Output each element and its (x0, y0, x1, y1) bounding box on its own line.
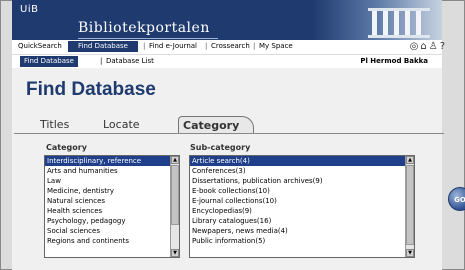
tab-category[interactable]: Category (178, 116, 254, 134)
sub-nav: Find Database | Database List Pl Hermod … (12, 55, 442, 68)
nav-find-ejournal[interactable]: Find e-Journal (149, 42, 197, 50)
category-label: Category (46, 143, 87, 152)
category-item[interactable]: Law (45, 176, 179, 186)
subcategory-item[interactable]: Public information(5) (190, 236, 414, 246)
nav-crossearch[interactable]: Crossearch (211, 42, 250, 50)
scroll-up-icon[interactable]: ▲ (171, 156, 179, 164)
nav-separator: | (143, 42, 146, 50)
subcategory-item[interactable]: Conferences(3) (190, 166, 414, 176)
uib-logo[interactable]: UiB (20, 4, 38, 15)
subnav-separator: | (100, 57, 103, 65)
subcategory-item[interactable]: Dissertations, publication archives(9) (190, 176, 414, 186)
subcategory-listbox[interactable]: Article search(4) Conferences(3) Dissert… (189, 155, 415, 258)
portal-title: Bibliotekportalen (78, 20, 210, 36)
category-item[interactable]: Arts and humanities (45, 166, 179, 176)
category-item[interactable]: Psychology, pedagogy (45, 216, 179, 226)
subcategory-item[interactable]: Encyclopedias(9) (190, 206, 414, 216)
subcategory-item[interactable]: Newpapers, news media(4) (190, 226, 414, 236)
subnav-database-list[interactable]: Database List (106, 57, 154, 65)
top-nav: QuickSearch Find Database | Find e-Journ… (12, 40, 442, 54)
tab-locate[interactable]: Locate (103, 118, 140, 131)
nav-find-database[interactable]: Find Database (68, 41, 138, 52)
library-icon[interactable]: ⌂ (420, 41, 428, 52)
category-listbox[interactable]: Interdisciplinary, reference Arts and hu… (44, 155, 180, 258)
category-item[interactable]: Interdisciplinary, reference (45, 156, 179, 166)
subcategory-item[interactable]: E-book collections(10) (190, 186, 414, 196)
subcategory-item[interactable]: E-journal collections(10) (190, 196, 414, 206)
building-pillars-icon (368, 8, 430, 38)
category-item[interactable]: Social sciences (45, 226, 179, 236)
nav-quicksearch[interactable]: QuickSearch (18, 42, 62, 50)
category-item[interactable]: Regions and continents (45, 236, 179, 246)
subnav-find-database[interactable]: Find Database (20, 56, 78, 67)
nav-icon-group: ◎⌂♙? (410, 41, 447, 52)
scroll-down-icon[interactable]: ▼ (171, 249, 179, 257)
nav-separator: | (253, 42, 256, 50)
subcategory-item[interactable]: Article search(4) (190, 156, 414, 166)
category-scrollbar[interactable]: ▲ ▼ (170, 156, 179, 257)
category-item[interactable]: Health sciences (45, 206, 179, 216)
help-icon[interactable]: ? (440, 41, 447, 52)
user-name: Pl Hermod Bakka (360, 57, 428, 65)
scroll-thumb[interactable] (171, 165, 179, 225)
subcategory-scrollbar[interactable]: ▲ ▼ (405, 156, 414, 257)
category-item[interactable]: Medicine, dentistry (45, 186, 179, 196)
category-item[interactable]: Natural sciences (45, 196, 179, 206)
header-banner: UiB Bibliotekportalen (12, 0, 442, 40)
subcategory-item[interactable]: Library catalogues(16) (190, 216, 414, 226)
tab-titles[interactable]: Titles (40, 118, 69, 131)
scroll-down-icon[interactable]: ▼ (406, 249, 414, 257)
nav-separator: | (205, 42, 208, 50)
nav-my-space[interactable]: My Space (259, 42, 293, 50)
scroll-thumb[interactable] (406, 165, 414, 245)
scroll-up-icon[interactable]: ▲ (406, 156, 414, 164)
page-title: Find Database (26, 79, 156, 100)
title-underline (78, 38, 218, 39)
globe-icon[interactable]: ◎ (410, 41, 421, 52)
tab-divider (14, 133, 444, 134)
user-icon[interactable]: ♙ (429, 41, 440, 52)
subcategory-label: Sub-category (190, 143, 251, 152)
go-button[interactable]: GO (448, 187, 465, 211)
